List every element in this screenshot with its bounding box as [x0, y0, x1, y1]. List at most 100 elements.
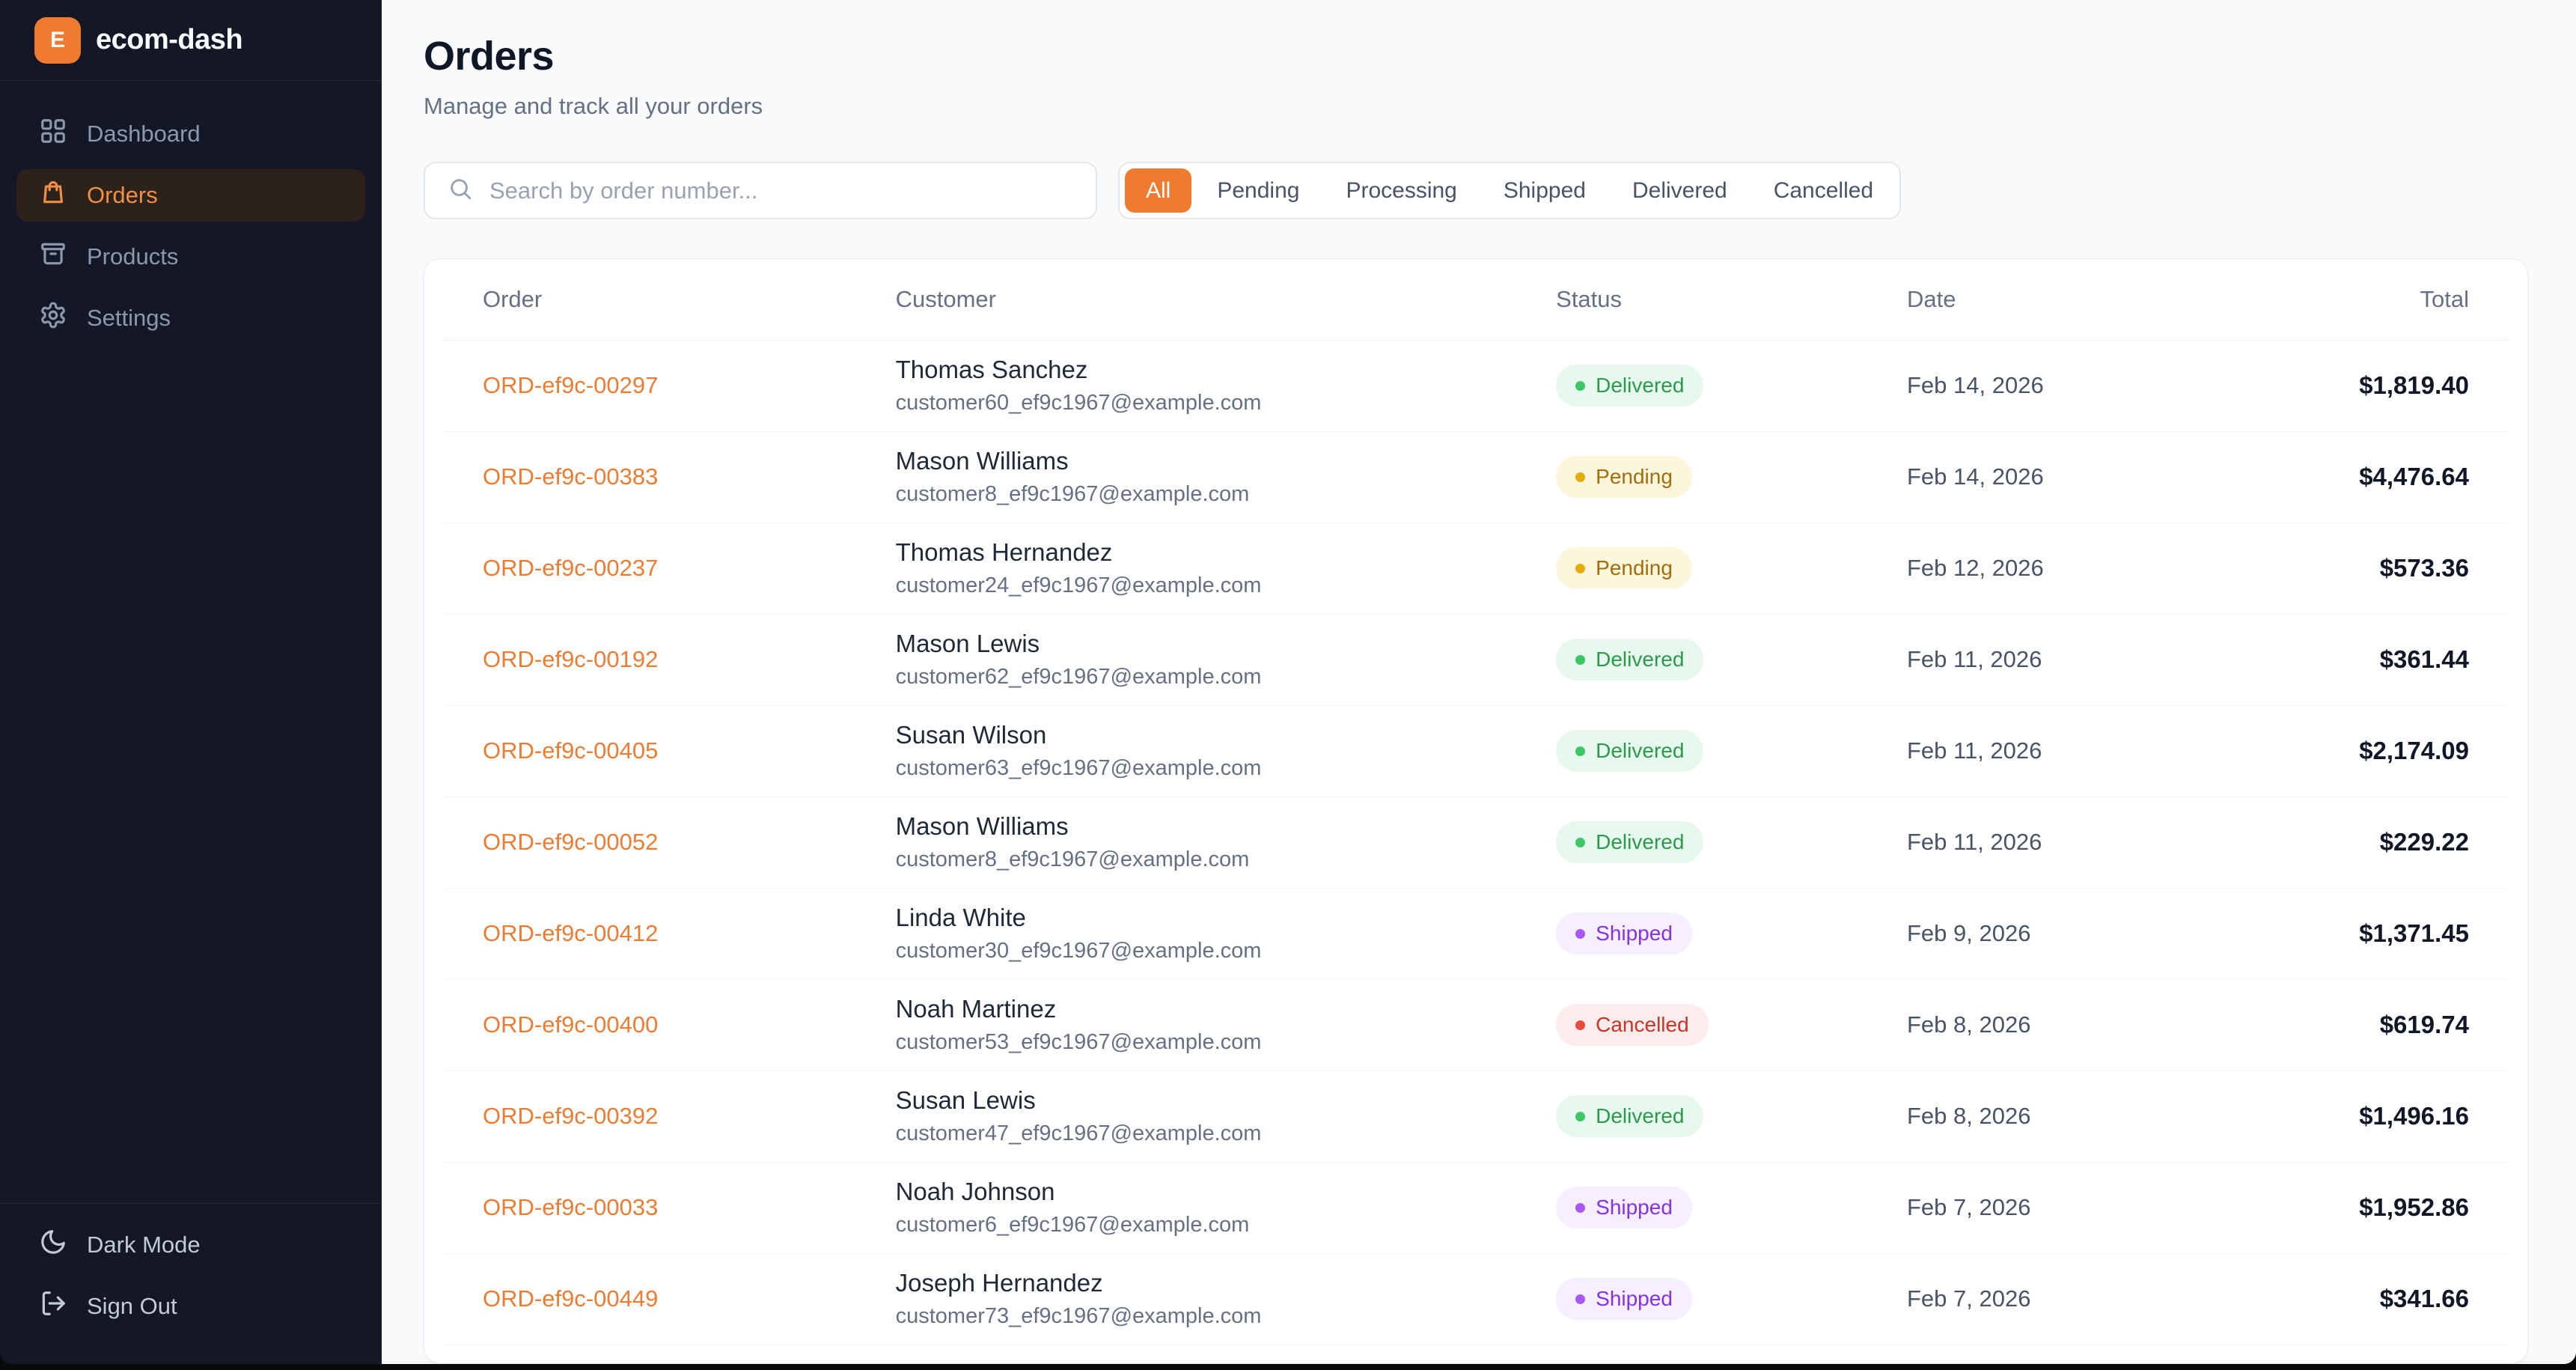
- archive-box-icon: [39, 240, 67, 274]
- main-content: Orders Manage and track all your orders …: [382, 0, 2576, 1364]
- sidebar-spacer: [0, 344, 382, 1203]
- status-badge: Delivered: [1556, 1095, 1703, 1137]
- order-total: $2,174.09: [2198, 705, 2508, 797]
- status-dot-icon: [1575, 381, 1585, 391]
- order-date: Feb 7, 2026: [1868, 1253, 2198, 1345]
- customer-name: Mason Williams: [896, 447, 1479, 475]
- status-label: Pending: [1596, 556, 1673, 580]
- customer-email: customer53_ef9c1967@example.com: [896, 1030, 1479, 1055]
- order-date: Feb 11, 2026: [1868, 705, 2198, 797]
- status-label: Delivered: [1596, 374, 1684, 398]
- orders-table: Order Customer Status Date Total ORD-ef9…: [444, 259, 2508, 1345]
- filter-pill-shipped[interactable]: Shipped: [1483, 168, 1607, 213]
- table-row: ORD-ef9c-00237 Thomas Hernandez customer…: [444, 523, 2508, 614]
- order-total: $4,476.64: [2198, 431, 2508, 523]
- status-dot-icon: [1575, 1020, 1585, 1030]
- search-box: [424, 162, 1097, 219]
- status-filter-group: AllPendingProcessingShippedDeliveredCanc…: [1118, 162, 1901, 219]
- order-date: Feb 8, 2026: [1868, 979, 2198, 1071]
- status-dot-icon: [1575, 929, 1585, 939]
- sidebar-nav: Dashboard Orders Products Settings: [0, 81, 382, 344]
- status-label: Shipped: [1596, 922, 1673, 946]
- controls-row: AllPendingProcessingShippedDeliveredCanc…: [424, 162, 2528, 219]
- sign-out-icon: [39, 1289, 67, 1324]
- order-total: $619.74: [2198, 979, 2508, 1071]
- order-number-link[interactable]: ORD-ef9c-00033: [483, 1194, 658, 1220]
- orders-table-body: ORD-ef9c-00297 Thomas Sanchez customer60…: [444, 340, 2508, 1345]
- order-date: Feb 14, 2026: [1868, 431, 2198, 523]
- filter-pill-cancelled[interactable]: Cancelled: [1753, 168, 1894, 213]
- sidebar-item-orders[interactable]: Orders: [16, 169, 365, 222]
- order-total: $229.22: [2198, 797, 2508, 888]
- page-title: Orders: [424, 33, 2528, 79]
- dark-mode-toggle[interactable]: Dark Mode: [16, 1219, 365, 1271]
- order-date: Feb 11, 2026: [1868, 797, 2198, 888]
- table-header-row: Order Customer Status Date Total: [444, 259, 2508, 340]
- customer-email: customer6_ef9c1967@example.com: [896, 1213, 1479, 1237]
- brand-header: E ecom-dash: [0, 0, 382, 81]
- status-dot-icon: [1575, 472, 1585, 482]
- order-number-link[interactable]: ORD-ef9c-00449: [483, 1285, 658, 1312]
- filter-pill-pending[interactable]: Pending: [1196, 168, 1320, 213]
- order-total: $341.66: [2198, 1253, 2508, 1345]
- sidebar-item-label: Dashboard: [87, 121, 201, 147]
- customer-email: customer47_ef9c1967@example.com: [896, 1121, 1479, 1146]
- gear-icon: [39, 301, 67, 335]
- order-number-link[interactable]: ORD-ef9c-00297: [483, 372, 658, 398]
- status-dot-icon: [1575, 746, 1585, 756]
- order-date: Feb 12, 2026: [1868, 523, 2198, 614]
- sidebar-item-dashboard[interactable]: Dashboard: [16, 108, 365, 160]
- customer-name: Mason Lewis: [896, 630, 1479, 658]
- order-number-link[interactable]: ORD-ef9c-00052: [483, 829, 658, 855]
- filter-pill-all[interactable]: All: [1125, 168, 1191, 213]
- shopping-bag-icon: [39, 178, 67, 213]
- sign-out-button[interactable]: Sign Out: [16, 1280, 365, 1333]
- status-label: Shipped: [1596, 1287, 1673, 1311]
- filter-pill-processing[interactable]: Processing: [1325, 168, 1477, 213]
- customer-email: customer62_ef9c1967@example.com: [896, 665, 1479, 689]
- order-total: $1,819.40: [2198, 340, 2508, 431]
- sidebar: E ecom-dash Dashboard Orders P: [0, 0, 382, 1364]
- order-number-link[interactable]: ORD-ef9c-00392: [483, 1103, 658, 1129]
- moon-icon: [39, 1228, 67, 1262]
- order-number-link[interactable]: ORD-ef9c-00237: [483, 555, 658, 581]
- customer-email: customer24_ef9c1967@example.com: [896, 573, 1479, 598]
- customer-email: customer8_ef9c1967@example.com: [896, 847, 1479, 872]
- table-row: ORD-ef9c-00392 Susan Lewis customer47_ef…: [444, 1071, 2508, 1162]
- order-number-link[interactable]: ORD-ef9c-00412: [483, 920, 658, 946]
- order-total: $1,371.45: [2198, 888, 2508, 979]
- status-label: Delivered: [1596, 648, 1684, 672]
- sidebar-item-settings[interactable]: Settings: [16, 292, 365, 344]
- customer-name: Susan Lewis: [896, 1086, 1479, 1115]
- search-icon: [448, 176, 473, 205]
- status-label: Cancelled: [1596, 1013, 1689, 1037]
- app-window: E ecom-dash Dashboard Orders P: [0, 0, 2576, 1364]
- order-date: Feb 14, 2026: [1868, 340, 2198, 431]
- order-number-link[interactable]: ORD-ef9c-00405: [483, 737, 658, 764]
- customer-name: Susan Wilson: [896, 721, 1479, 749]
- grid-icon: [39, 117, 67, 151]
- status-dot-icon: [1575, 564, 1585, 573]
- dark-mode-label: Dark Mode: [87, 1232, 201, 1258]
- sidebar-item-products[interactable]: Products: [16, 231, 365, 283]
- customer-name: Noah Martinez: [896, 995, 1479, 1023]
- brand-logo: E: [34, 17, 81, 64]
- order-total: $1,952.86: [2198, 1162, 2508, 1253]
- status-label: Pending: [1596, 465, 1673, 489]
- status-label: Delivered: [1596, 739, 1684, 763]
- search-input[interactable]: [489, 177, 1073, 204]
- sign-out-label: Sign Out: [87, 1293, 177, 1320]
- column-header-order: Order: [444, 259, 857, 340]
- status-label: Delivered: [1596, 1104, 1684, 1128]
- order-date: Feb 7, 2026: [1868, 1162, 2198, 1253]
- order-number-link[interactable]: ORD-ef9c-00400: [483, 1011, 658, 1038]
- table-row: ORD-ef9c-00400 Noah Martinez customer53_…: [444, 979, 2508, 1071]
- status-dot-icon: [1575, 655, 1585, 665]
- status-badge: Delivered: [1556, 365, 1703, 407]
- customer-email: customer73_ef9c1967@example.com: [896, 1304, 1479, 1329]
- table-row: ORD-ef9c-00297 Thomas Sanchez customer60…: [444, 340, 2508, 431]
- order-number-link[interactable]: ORD-ef9c-00192: [483, 646, 658, 672]
- status-badge: Pending: [1556, 456, 1692, 498]
- filter-pill-delivered[interactable]: Delivered: [1611, 168, 1748, 213]
- order-number-link[interactable]: ORD-ef9c-00383: [483, 463, 658, 490]
